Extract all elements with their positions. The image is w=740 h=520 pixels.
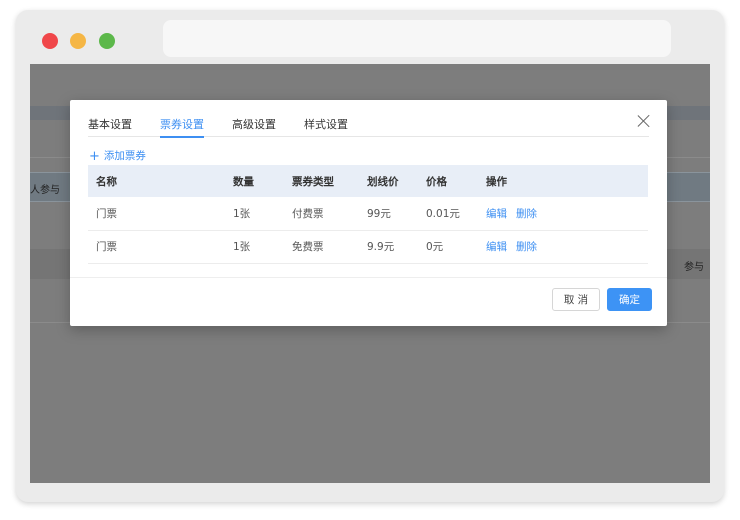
column-header-list-price: 划线价 <box>359 165 418 197</box>
edit-link[interactable]: 编辑 <box>486 241 507 253</box>
add-ticket-button[interactable]: + 添加票券 <box>89 148 146 164</box>
cell-list-price: 99元 <box>359 197 418 231</box>
cell-actions: 编辑 删除 <box>478 230 648 264</box>
tab-style-settings[interactable]: 样式设置 <box>304 116 348 136</box>
add-ticket-label: 添加票券 <box>103 150 146 162</box>
minimize-window-button[interactable] <box>70 33 86 49</box>
column-header-type: 票券类型 <box>284 165 359 197</box>
delete-link[interactable]: 删除 <box>516 208 537 220</box>
cell-quantity: 1张 <box>225 197 284 231</box>
cell-price: 0.01元 <box>418 197 478 231</box>
dialog-tabs: 基本设置 票券设置 高级设置 样式设置 <box>88 100 649 138</box>
cell-name: 门票 <box>88 197 225 231</box>
cell-actions: 编辑 删除 <box>478 197 648 231</box>
table-header-row: 名称 数量 票券类型 划线价 价格 操作 <box>88 165 648 197</box>
cell-list-price: 9.9元 <box>359 230 418 264</box>
background-label: 参与 <box>684 262 704 273</box>
cell-type: 免费票 <box>284 230 359 264</box>
table-row: 门票 1张 付费票 99元 0.01元 编辑 删除 <box>88 197 648 231</box>
column-header-name: 名称 <box>88 165 225 197</box>
plus-icon: + <box>89 149 100 164</box>
background-label: 人参与 <box>30 185 60 196</box>
tab-advanced-settings[interactable]: 高级设置 <box>232 116 276 136</box>
close-window-button[interactable] <box>42 33 58 49</box>
cell-type: 付费票 <box>284 197 359 231</box>
cell-price: 0元 <box>418 230 478 264</box>
close-icon[interactable] <box>637 114 651 128</box>
column-header-actions: 操作 <box>478 165 648 197</box>
cancel-button[interactable]: 取 消 <box>552 288 600 311</box>
confirm-button[interactable]: 确定 <box>607 288 652 311</box>
tab-ticket-settings[interactable]: 票券设置 <box>160 116 204 138</box>
maximize-window-button[interactable] <box>99 33 115 49</box>
delete-link[interactable]: 删除 <box>516 241 537 253</box>
edit-link[interactable]: 编辑 <box>486 208 507 220</box>
column-header-price: 价格 <box>418 165 478 197</box>
ticket-table: 名称 数量 票券类型 划线价 价格 操作 门票 1张 付费票 99元 0.01元… <box>88 165 648 264</box>
tab-basic-settings[interactable]: 基本设置 <box>88 116 132 136</box>
address-bar[interactable] <box>163 20 671 57</box>
cell-quantity: 1张 <box>225 230 284 264</box>
footer-divider <box>70 277 667 278</box>
cell-name: 门票 <box>88 230 225 264</box>
column-header-quantity: 数量 <box>225 165 284 197</box>
ticket-settings-dialog: 基本设置 票券设置 高级设置 样式设置 + 添加票券 名称 数量 票券类型 划线价… <box>70 100 667 326</box>
table-row: 门票 1张 免费票 9.9元 0元 编辑 删除 <box>88 230 648 264</box>
